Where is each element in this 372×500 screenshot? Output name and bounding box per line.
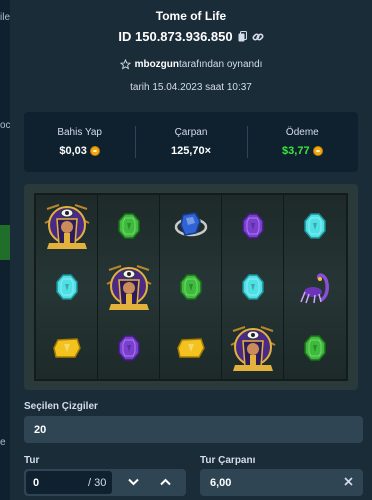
reel-5	[284, 195, 346, 379]
pharaoh-icon	[98, 256, 159, 317]
bet-amount-stat: Bahis Yap $0,03	[24, 112, 135, 172]
background-green-block	[0, 225, 10, 260]
payout-value: $3,77	[282, 145, 310, 157]
rounds-total: / 30	[88, 476, 107, 489]
round-multiplier-value: 6,00	[210, 476, 232, 489]
rounds-field[interactable]: 0 / 30	[24, 469, 186, 496]
round-multiplier-label: Tur Çarpanı	[200, 455, 256, 466]
bet-amount-value: $0,03	[59, 145, 87, 157]
selected-lines-field: 20	[24, 416, 363, 443]
reel-3	[160, 195, 222, 379]
multiplier-value: 125,70×	[170, 145, 212, 157]
bet-details-modal: Tome of Life ID 150.873.936.850 mbozgunt…	[10, 0, 372, 500]
star-icon[interactable]	[119, 59, 131, 70]
bet-amount-label: Bahis Yap	[57, 127, 102, 138]
payout-label: Ödeme	[285, 127, 319, 138]
reel-4	[222, 195, 284, 379]
game-title[interactable]: Tome of Life	[10, 9, 372, 23]
selected-lines-label: Seçilen Çizgiler	[24, 401, 98, 412]
cyan-gem-icon	[222, 256, 283, 317]
purple-gem-icon	[98, 318, 159, 379]
played-by-row: mbozguntarafından oynandı	[10, 59, 372, 70]
close-icon	[344, 477, 353, 486]
coin-icon	[89, 146, 100, 156]
coin-icon	[312, 146, 323, 156]
rounds-label: Tur	[24, 455, 40, 466]
reel-2	[98, 195, 160, 379]
username-link[interactable]: mbozgun	[135, 59, 179, 70]
chevron-up-icon[interactable]	[160, 478, 171, 486]
bet-date: tarih 15.04.2023 saat 10:37	[130, 82, 252, 93]
bet-id: ID 150.873.936.850	[118, 29, 233, 44]
yellow-gem-icon	[160, 318, 221, 379]
cyan-gem-icon	[284, 195, 346, 256]
scorpion-icon	[284, 256, 346, 317]
link-icon[interactable]	[252, 31, 264, 43]
reel-1	[36, 195, 98, 379]
green-gem-icon	[98, 195, 159, 256]
multiplier-label: Çarpan	[174, 127, 208, 138]
green-gem-icon	[284, 318, 346, 379]
background-text: e	[0, 437, 6, 448]
cyan-gem-icon	[36, 256, 97, 317]
background-text: ile	[0, 12, 11, 23]
purple-gem-icon	[222, 195, 283, 256]
copy-icon[interactable]	[238, 31, 247, 42]
yellow-gem-icon	[36, 318, 97, 379]
background-page-strip: ile oc e	[0, 0, 11, 500]
blue-ring-gem-icon	[160, 195, 221, 256]
rounds-value: 0	[33, 476, 40, 489]
slot-board	[24, 184, 358, 390]
bet-id-row: ID 150.873.936.850	[10, 29, 372, 44]
pharaoh-icon	[222, 318, 283, 379]
pharaoh-icon	[36, 195, 97, 256]
multiplier-stat: Çarpan 125,70×	[135, 112, 246, 172]
slot-grid	[34, 193, 348, 381]
green-gem-icon	[160, 256, 221, 317]
chevron-down-icon[interactable]	[128, 478, 139, 486]
selected-lines-value: 20	[34, 423, 47, 436]
played-by-suffix: tarafından oynandı	[179, 59, 263, 70]
round-multiplier-field: 6,00	[200, 469, 363, 496]
bet-stats-panel: Bahis Yap $0,03 Çarpan 125,70× Ödeme $3,…	[24, 112, 358, 172]
payout-stat: Ödeme $3,77	[246, 112, 358, 172]
background-text: oc	[0, 120, 11, 131]
